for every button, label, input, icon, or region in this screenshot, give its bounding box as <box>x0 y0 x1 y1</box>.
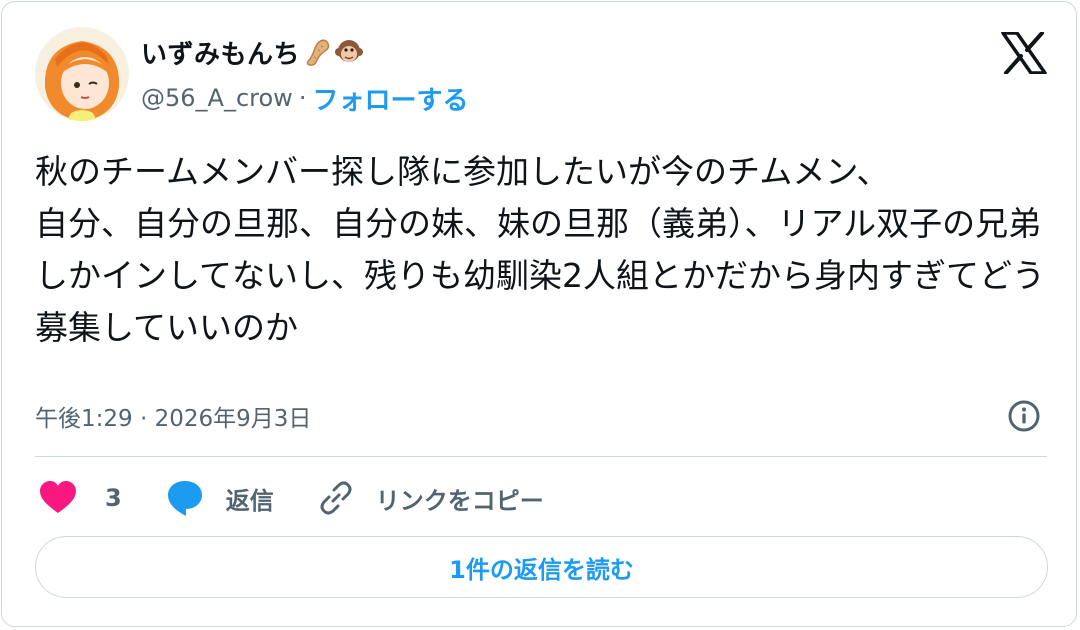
monkey-face-emoji-icon <box>334 37 364 67</box>
reply-bubble-icon <box>167 481 202 516</box>
tweet-timestamp[interactable]: 午後1:29 · 2026年9月3日 <box>35 398 311 434</box>
separator-dot: · <box>298 84 307 112</box>
handle-row: @56_A_crow · フォローする <box>141 80 468 116</box>
reply-label: 返信 <box>225 486 274 515</box>
action-bar: 3 返信 リンクをコピー <box>39 476 588 520</box>
like-count: 3 <box>105 484 122 512</box>
avatar[interactable] <box>35 27 129 121</box>
copy-link-label: リンクをコピー <box>375 486 544 515</box>
info-icon[interactable] <box>1007 399 1041 433</box>
tweet-text: 秋のチームメンバー探し隊に参加したいが今のチムメン、 自分、自分の旦那、自分の妹… <box>35 152 1046 347</box>
author-name-row: いずみもんち <box>141 32 364 72</box>
divider <box>35 456 1047 457</box>
link-icon <box>320 481 352 515</box>
display-name[interactable]: いずみもんち <box>141 34 300 71</box>
heart-icon <box>40 481 76 513</box>
like-button[interactable]: 3 <box>39 481 122 515</box>
peanut-emoji-icon <box>302 37 332 67</box>
copy-link-button[interactable]: リンクをコピー <box>318 480 544 516</box>
follow-link[interactable]: フォローする <box>312 80 468 117</box>
tweet-embed-card: いずみもんち @56_A_crow · フォローする 秋のチームメンバー探し隊に… <box>1 1 1077 627</box>
reply-button[interactable]: 返信 <box>166 479 274 517</box>
x-logo-icon[interactable] <box>1001 31 1047 75</box>
read-replies-button[interactable]: 1件の返信を読む <box>35 536 1048 598</box>
user-handle[interactable]: @56_A_crow <box>141 84 293 112</box>
